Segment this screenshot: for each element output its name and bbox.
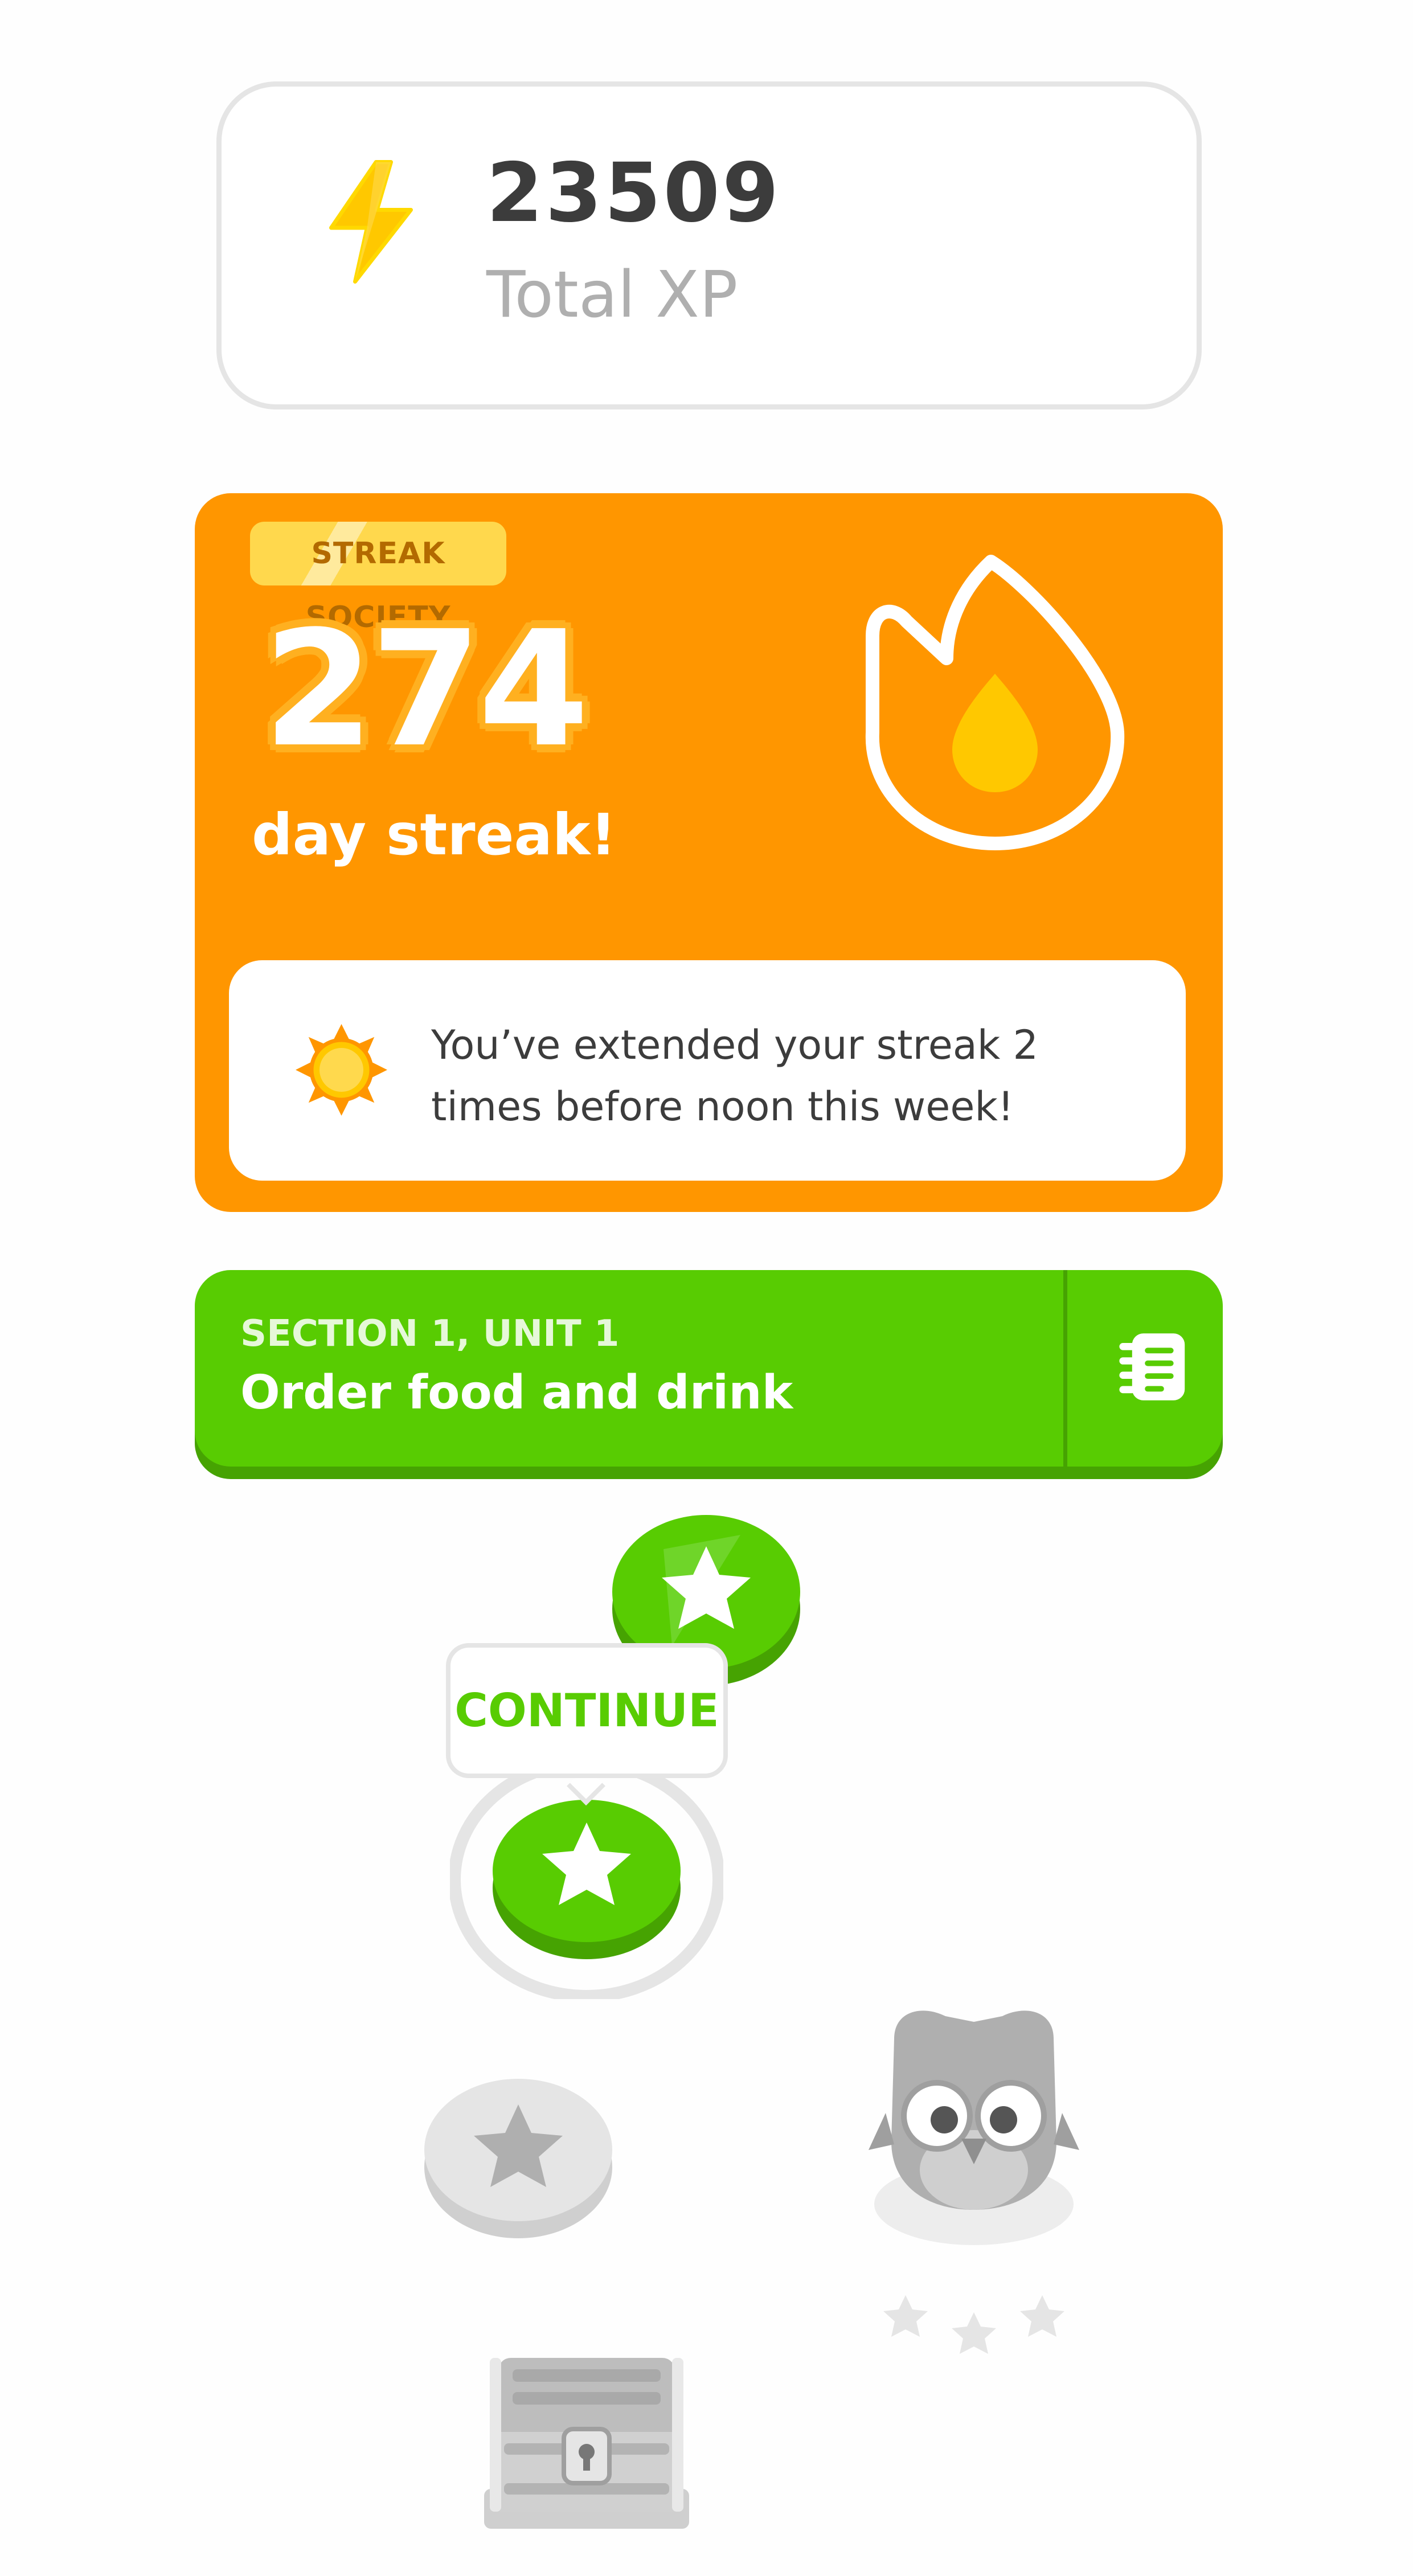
lightning-bolt-icon xyxy=(329,160,413,284)
total-xp-value: 23509 xyxy=(486,145,781,240)
lesson-node-locked[interactable] xyxy=(421,2065,615,2247)
streak-count: 274 xyxy=(263,597,589,783)
sun-icon xyxy=(296,1024,387,1116)
owl-progress-stars xyxy=(883,2295,1064,2354)
unit-section-label: SECTION 1, UNIT 1 xyxy=(240,1313,620,1355)
unit-title: Order food and drink xyxy=(240,1366,793,1420)
guidebook-icon[interactable] xyxy=(1115,1327,1194,1407)
total-xp-card: 23509 Total XP xyxy=(216,81,1202,409)
continue-tooltip[interactable]: CONTINUE xyxy=(446,1643,728,1778)
flame-icon xyxy=(865,555,1125,850)
streak-society-badge: STREAK SOCIETY xyxy=(250,522,506,634)
streak-label: day streak! xyxy=(252,801,617,868)
streak-note-card: You’ve extended your streak 2 times befo… xyxy=(229,960,1186,1181)
treasure-chest-locked[interactable] xyxy=(478,2346,695,2534)
streak-card[interactable]: STREAK SOCIETY 274 day streak! You’ve ex… xyxy=(195,493,1223,1212)
streak-note-text: You’ve extended your streak 2 times befo… xyxy=(431,1022,1039,1130)
owl-character-locked[interactable] xyxy=(860,1999,1088,2250)
unit-divider xyxy=(1063,1270,1067,1467)
unit-banner: SECTION 1, UNIT 1 Order food and drink xyxy=(195,1270,1223,1467)
total-xp-label: Total XP xyxy=(486,258,738,332)
